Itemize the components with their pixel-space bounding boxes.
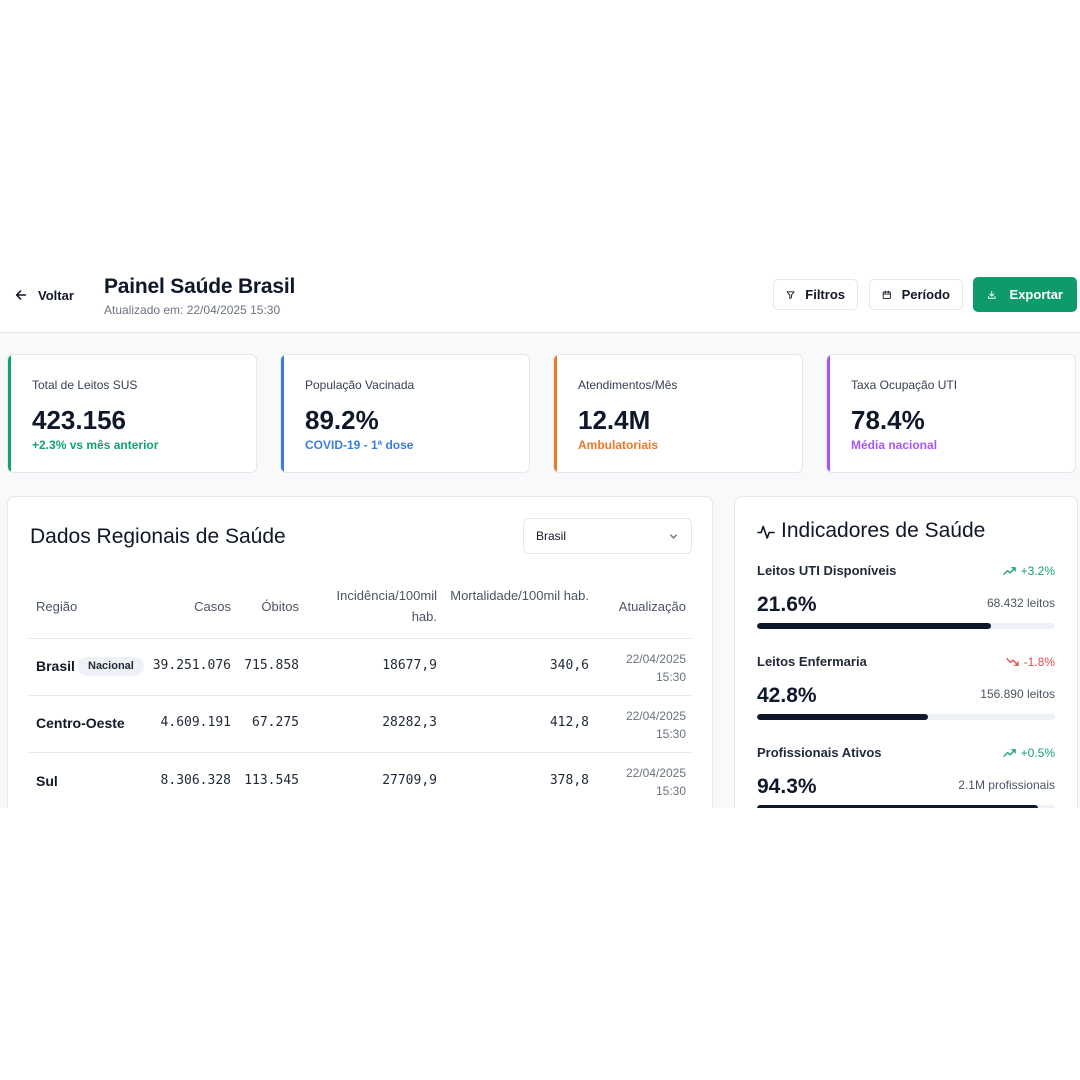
deaths-value: 67.275	[252, 715, 299, 730]
column-header-updated: Atualização	[618, 599, 686, 614]
stat-value: 78.4%	[851, 405, 925, 435]
indicator-sub: 68.432 leitos	[986, 596, 1055, 610]
deaths-value: 715.858	[244, 658, 299, 673]
table-divider	[29, 695, 692, 696]
stat-value: 89.2%	[305, 405, 379, 435]
column-header-mortality: Mortalidade/100mil hab.	[450, 588, 589, 603]
trending-up-icon	[1002, 567, 1016, 575]
national-badge: Nacional	[78, 657, 144, 676]
stat-label: População Vacinada	[305, 378, 415, 392]
indicator-value: 94.3%	[757, 775, 817, 798]
mortality-value: 340,6	[549, 658, 589, 673]
stat-note: Ambulatoriais	[578, 438, 659, 452]
indicator-value: 42.8%	[757, 684, 817, 707]
updated-date: 22/04/2025	[625, 709, 686, 723]
region-select[interactable]: Brasil	[523, 518, 692, 554]
indicator-sub: 156.890 leitos	[980, 687, 1055, 701]
region-name: Centro-Oeste	[36, 715, 125, 731]
cases-value: 39.251.076	[152, 658, 231, 673]
stat-note: Média nacional	[851, 438, 938, 452]
filter-icon	[786, 290, 795, 299]
stat-label: Taxa Ocupação UTI	[851, 378, 958, 392]
cases-value: 8.306.328	[160, 773, 231, 788]
filters-label: Filtros	[805, 287, 845, 302]
column-header-region: Região	[36, 599, 78, 614]
indicator-progress-bar	[757, 805, 1055, 808]
stat-card-appointments: Atendimentos/Mês 12.4M Ambulatoriais	[553, 354, 803, 473]
stat-note: +2.3% vs mês anterior	[32, 438, 159, 452]
regional-panel-title: Dados Regionais de Saúde	[30, 525, 286, 548]
period-label: Período	[901, 287, 950, 302]
column-header-deaths: Óbitos	[261, 599, 299, 614]
indicator-change-value: -1.8%	[1023, 655, 1055, 669]
mortality-value: 378,8	[549, 773, 589, 788]
stat-card-icu-occupancy: Taxa Ocupação UTI 78.4% Média nacional	[826, 354, 1076, 473]
stat-label: Total de Leitos SUS	[32, 378, 138, 392]
cases-value: 4.609.191	[160, 715, 231, 730]
region-select-value: Brasil	[536, 529, 567, 543]
indicator-change: +3.2%	[1002, 564, 1055, 578]
regional-data-panel: Dados Regionais de Saúde Brasil Região C…	[7, 496, 713, 808]
updated-time: 15:30	[655, 784, 686, 798]
indicators-title: Indicadores de Saúde	[781, 519, 986, 542]
region-name: Sul	[36, 773, 58, 789]
trending-up-icon	[1002, 749, 1016, 757]
indicator-progress-fill	[757, 805, 1038, 808]
period-button[interactable]: Período	[869, 279, 963, 310]
stat-accent-bar	[8, 355, 11, 472]
incidence-value: 18677,9	[382, 658, 437, 673]
table-divider	[29, 752, 692, 753]
export-label: Exportar	[1009, 287, 1063, 302]
dashboard-app: Voltar Painel Saúde Brasil Atualizado em…	[0, 263, 1080, 808]
indicator-label: Leitos Enfermaria	[757, 654, 867, 669]
export-button[interactable]: Exportar	[973, 277, 1077, 312]
column-header-cases: Casos	[194, 599, 231, 614]
indicator-progress-fill	[757, 623, 992, 629]
stat-card-beds: Total de Leitos SUS 423.156 +2.3% vs mês…	[7, 354, 257, 473]
indicator-sub: 2.1M profissionais	[958, 778, 1055, 792]
back-button[interactable]: Voltar	[14, 282, 74, 308]
indicator-change-value: +3.2%	[1020, 564, 1055, 578]
stat-value: 12.4M	[578, 405, 651, 435]
stat-label: Atendimentos/Mês	[578, 378, 678, 392]
back-label: Voltar	[38, 287, 74, 303]
page-title: Painel Saúde Brasil	[104, 275, 296, 298]
stat-value: 423.156	[32, 405, 126, 435]
stat-accent-bar	[281, 355, 284, 472]
stat-card-vaccinated: População Vacinada 89.2% COVID-19 - 1ª d…	[280, 354, 530, 473]
calendar-icon	[882, 290, 891, 299]
column-header-incidence: Incidência/100mil hab.	[336, 588, 437, 624]
mortality-value: 412,8	[549, 715, 589, 730]
indicator-progress-bar	[757, 714, 1055, 720]
arrow-left-icon	[15, 290, 27, 300]
top-bar: Voltar Painel Saúde Brasil Atualizado em…	[0, 263, 1080, 333]
table-divider	[29, 638, 692, 639]
region-name: Brasil	[36, 658, 75, 674]
updated-date: 22/04/2025	[625, 766, 686, 780]
stat-note: COVID-19 - 1ª dose	[305, 438, 414, 452]
filters-button[interactable]: Filtros	[773, 279, 858, 310]
incidence-value: 28282,3	[382, 715, 437, 730]
deaths-value: 113.545	[244, 773, 299, 788]
indicator-progress-bar	[757, 623, 1055, 629]
indicator-change: +0.5%	[1002, 746, 1055, 760]
stat-accent-bar	[554, 355, 557, 472]
updated-time: 15:30	[655, 670, 686, 684]
indicator-change-value: +0.5%	[1020, 746, 1055, 760]
indicator-label: Profissionais Ativos	[757, 745, 882, 760]
download-icon	[988, 290, 996, 299]
indicator-value: 21.6%	[757, 593, 817, 616]
chevron-down-icon	[670, 534, 677, 539]
activity-icon	[757, 525, 775, 539]
stat-accent-bar	[827, 355, 830, 472]
trending-down-icon	[1005, 658, 1019, 666]
updated-date: 22/04/2025	[625, 652, 686, 666]
health-indicators-panel: Indicadores de Saúde Leitos UTI Disponív…	[734, 496, 1078, 808]
updated-time: 15:30	[655, 727, 686, 741]
indicator-progress-fill	[757, 714, 929, 720]
indicator-change: -1.8%	[1005, 655, 1055, 669]
incidence-value: 27709,9	[382, 773, 437, 788]
last-updated-text: Atualizado em: 22/04/2025 15:30	[104, 303, 281, 317]
indicator-label: Leitos UTI Disponíveis	[757, 563, 897, 578]
